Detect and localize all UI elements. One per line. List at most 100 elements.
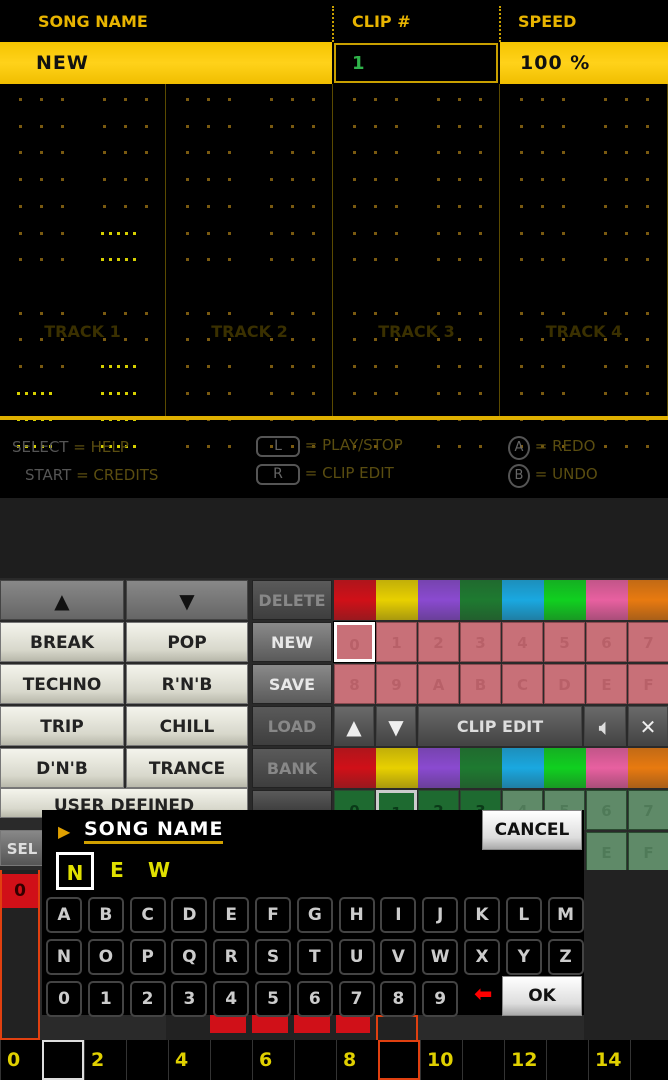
new-button[interactable]: NEW <box>252 622 332 662</box>
color-swatch[interactable] <box>334 748 376 788</box>
timeline-step[interactable]: 10 <box>420 1040 462 1080</box>
genre-button[interactable]: TRIP <box>0 706 124 746</box>
clip-slot[interactable]: 2 <box>418 622 459 662</box>
key-W[interactable]: W <box>422 939 459 975</box>
clip-slot[interactable]: 6 <box>586 622 627 662</box>
clip-down-button[interactable]: ▼ <box>376 706 416 746</box>
key-3[interactable]: 3 <box>171 981 208 1017</box>
timeline-step[interactable]: 4 <box>168 1040 210 1080</box>
clip-slot[interactable]: 4 <box>502 622 543 662</box>
timeline-step[interactable]: 2 <box>84 1040 126 1080</box>
name-char[interactable]: E <box>98 852 136 890</box>
key-P[interactable]: P <box>129 939 166 975</box>
track-1[interactable]: TRACK 1 <box>0 84 166 449</box>
key-6[interactable]: 6 <box>296 981 333 1017</box>
color-swatch[interactable] <box>628 580 668 620</box>
color-swatch[interactable] <box>586 580 628 620</box>
key-H[interactable]: H <box>338 897 375 933</box>
key-N[interactable]: N <box>46 939 82 975</box>
clip-slot[interactable]: 0 <box>333 621 376 663</box>
color-swatch[interactable] <box>460 748 502 788</box>
genre-button[interactable]: TRANCE <box>126 748 248 788</box>
genre-button[interactable]: D'N'B <box>0 748 124 788</box>
genre-button[interactable]: CHILL <box>126 706 248 746</box>
genre-button[interactable]: R'N'B <box>126 664 248 704</box>
backspace-arrow-icon[interactable]: ⬅ <box>474 982 492 1007</box>
key-Y[interactable]: Y <box>505 939 542 975</box>
extra-button[interactable] <box>252 790 332 812</box>
key-7[interactable]: 7 <box>338 981 375 1017</box>
timeline-step[interactable] <box>210 1040 252 1080</box>
save-button[interactable]: SAVE <box>252 664 332 704</box>
clip-slot[interactable]: 7 <box>628 622 668 662</box>
key-D[interactable]: D <box>171 897 208 933</box>
delete-button[interactable]: DELETE <box>252 580 332 620</box>
timeline-step[interactable]: 8 <box>336 1040 378 1080</box>
timeline-step[interactable] <box>126 1040 168 1080</box>
bank-slot[interactable]: 6 <box>586 790 627 830</box>
timeline-step[interactable] <box>42 1040 84 1080</box>
color-swatch[interactable] <box>628 748 668 788</box>
clip-slot[interactable]: 9 <box>376 664 417 704</box>
timeline-step[interactable] <box>294 1040 336 1080</box>
key-J[interactable]: J <box>422 897 459 933</box>
genre-button[interactable]: TECHNO <box>0 664 124 704</box>
color-swatch[interactable] <box>418 748 460 788</box>
key-9[interactable]: 9 <box>422 981 459 1017</box>
key-F[interactable]: F <box>255 897 291 933</box>
genre-button[interactable]: POP <box>126 622 248 662</box>
key-I[interactable]: I <box>380 897 417 933</box>
color-swatch[interactable] <box>544 748 586 788</box>
key-K[interactable]: K <box>464 897 500 933</box>
cancel-button[interactable]: CANCEL <box>482 810 582 850</box>
key-Z[interactable]: Z <box>547 939 584 975</box>
key-Q[interactable]: Q <box>171 939 208 975</box>
color-swatch[interactable] <box>376 748 418 788</box>
color-swatch[interactable] <box>502 580 544 620</box>
timeline-step[interactable] <box>378 1040 420 1080</box>
bank-slot[interactable]: F <box>628 832 668 872</box>
key-G[interactable]: G <box>296 897 333 933</box>
key-0[interactable]: 0 <box>46 981 82 1017</box>
key-5[interactable]: 5 <box>255 981 291 1017</box>
key-8[interactable]: 8 <box>380 981 417 1017</box>
timeline-step[interactable]: 14 <box>588 1040 630 1080</box>
timeline-step[interactable] <box>630 1040 668 1080</box>
clip-slot[interactable]: F <box>628 664 668 704</box>
color-swatch[interactable] <box>376 580 418 620</box>
clip-number-field[interactable]: 1 <box>334 43 498 83</box>
timeline-step[interactable] <box>462 1040 504 1080</box>
track-4[interactable]: TRACK 4 <box>501 84 668 449</box>
track-3[interactable]: TRACK 3 <box>334 84 500 449</box>
key-B[interactable]: B <box>87 897 124 933</box>
timeline-step[interactable]: 6 <box>252 1040 294 1080</box>
scroll-down-button[interactable]: ▼ <box>126 580 248 620</box>
select-button[interactable]: SEL <box>0 830 44 866</box>
clip-slot[interactable]: 5 <box>544 622 585 662</box>
clip-slot[interactable]: B <box>460 664 501 704</box>
key-S[interactable]: S <box>255 939 291 975</box>
key-1[interactable]: 1 <box>87 981 124 1017</box>
clip-slot[interactable]: E <box>586 664 627 704</box>
step-cell[interactable]: 0 <box>2 874 38 908</box>
key-V[interactable]: V <box>380 939 417 975</box>
key-4[interactable]: 4 <box>213 981 250 1017</box>
key-M[interactable]: M <box>547 897 584 933</box>
name-char[interactable]: N <box>56 852 94 890</box>
color-swatch[interactable] <box>544 580 586 620</box>
bank-slot[interactable]: E <box>586 832 627 872</box>
key-T[interactable]: T <box>296 939 333 975</box>
key-L[interactable]: L <box>505 897 542 933</box>
clip-slot[interactable]: 1 <box>376 622 417 662</box>
clip-slot[interactable]: A <box>418 664 459 704</box>
clip-slot[interactable]: 3 <box>460 622 501 662</box>
track-2[interactable]: TRACK 2 <box>167 84 333 449</box>
timeline-step[interactable] <box>546 1040 588 1080</box>
color-swatch[interactable] <box>418 580 460 620</box>
mute-button[interactable]: 🔈︎ <box>584 706 626 746</box>
key-X[interactable]: X <box>464 939 500 975</box>
clip-slot[interactable]: C <box>502 664 543 704</box>
scroll-up-button[interactable]: ▲ <box>0 580 124 620</box>
key-2[interactable]: 2 <box>129 981 166 1017</box>
ok-button[interactable]: OK <box>502 976 582 1016</box>
